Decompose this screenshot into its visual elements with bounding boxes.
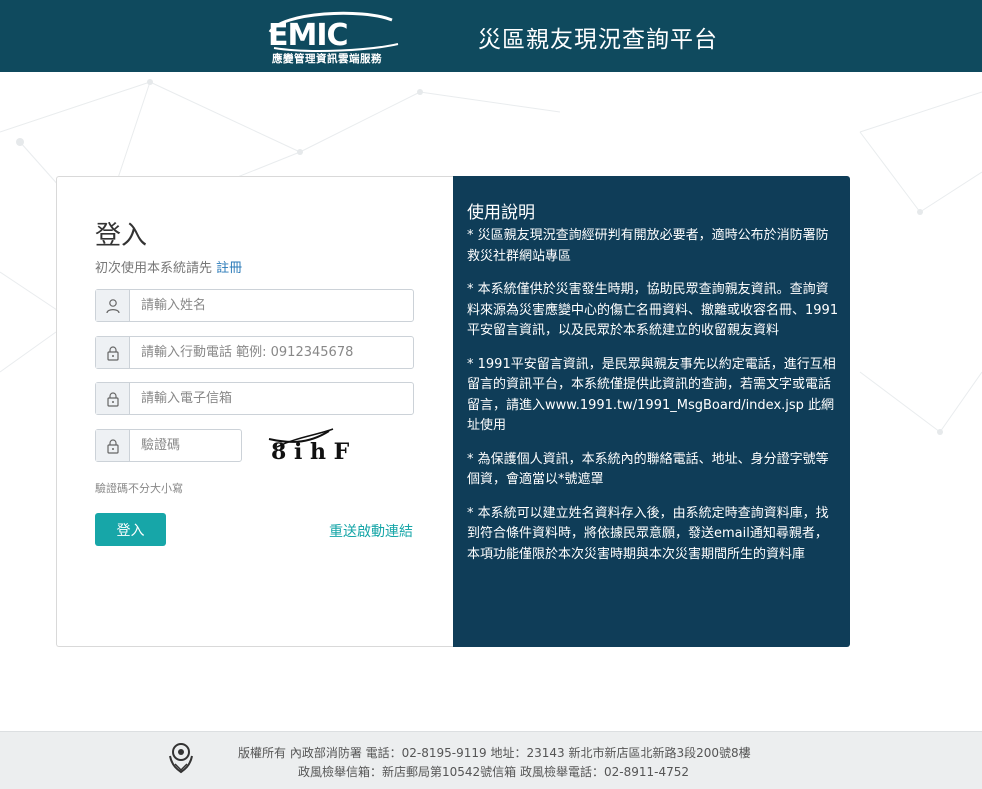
- email-field: [95, 382, 414, 415]
- help-item: * 災區親友現況查詢經研判有開放必要者，適時公布於消防署防救災社群網站專區: [467, 228, 829, 264]
- emblem-icon: [169, 743, 193, 774]
- footer-copyright: 版權所有 內政部消防署 電話：02-8195-9119 地址：23143 新北市…: [238, 746, 751, 760]
- login-card: 登入 初次使用本系統請先 註冊 8 i h F 驗證碼不分大小寫 登入 重送啟動…: [56, 176, 453, 647]
- logo-text: EMIC: [268, 18, 349, 53]
- site-title: 災區親友現況查詢平台: [478, 27, 718, 53]
- help-item: * 為保護個人資訊，本系統內的聯絡電話、地址、身分證字號等個資，會適當以*號遮罩: [467, 451, 829, 488]
- register-prompt-text: 初次使用本系統請先: [95, 261, 213, 276]
- name-field: [95, 289, 414, 322]
- help-item: * 本系統可以建立姓名資料存入後，由系統定時查詢資料庫，找到符合條件資料時，將依…: [467, 505, 829, 562]
- register-prompt: 初次使用本系統請先 註冊: [95, 257, 242, 276]
- register-link[interactable]: 註冊: [216, 261, 242, 276]
- footer-contact: 政風檢舉信箱：新店郵局第10542號信箱 政風檢舉電話：02-8911-4752: [298, 765, 689, 779]
- site-footer: 版權所有 內政部消防署 電話：02-8195-9119 地址：23143 新北市…: [0, 731, 982, 789]
- lock-icon: [96, 430, 130, 461]
- captcha-field: [95, 429, 242, 462]
- captcha-text: 8 i h F: [271, 439, 350, 465]
- captcha-input[interactable]: [131, 430, 241, 461]
- login-button[interactable]: 登入: [95, 513, 166, 546]
- help-item: * 1991平安留言資訊，是民眾與親友事先以約定電話，進行互相留言的資訊平台，本…: [467, 356, 836, 434]
- login-title: 登入: [95, 221, 148, 251]
- logo-subtitle: 應變管理資訊雲端服務: [272, 53, 382, 65]
- phone-field: [95, 336, 414, 369]
- help-list: * 災區親友現況查詢經研判有開放必要者，適時公布於消防署防救災社群網站專區 * …: [467, 226, 839, 578]
- site-header: EMIC 應變管理資訊雲端服務 災區親友現況查詢平台: [0, 0, 982, 72]
- captcha-note: 驗證碼不分大小寫: [95, 482, 183, 495]
- name-input[interactable]: [131, 290, 413, 321]
- phone-input[interactable]: [131, 337, 413, 368]
- lock-icon: [96, 383, 130, 414]
- user-icon: [96, 290, 130, 321]
- lock-icon: [96, 337, 130, 368]
- captcha-image[interactable]: 8 i h F: [267, 425, 367, 465]
- emic-logo[interactable]: EMIC 應變管理資訊雲端服務: [252, 8, 402, 66]
- email-input[interactable]: [131, 383, 413, 414]
- help-title: 使用說明: [467, 203, 535, 223]
- help-item: * 本系統僅供於災害發生時期，協助民眾查詢親友資訊。查詢資料來源為災害應變中心的…: [467, 282, 839, 338]
- help-panel: 使用說明 * 災區親友現況查詢經研判有開放必要者，適時公布於消防署防救災社群網站…: [453, 176, 850, 647]
- resend-activation-link[interactable]: 重送啟動連結: [329, 521, 413, 541]
